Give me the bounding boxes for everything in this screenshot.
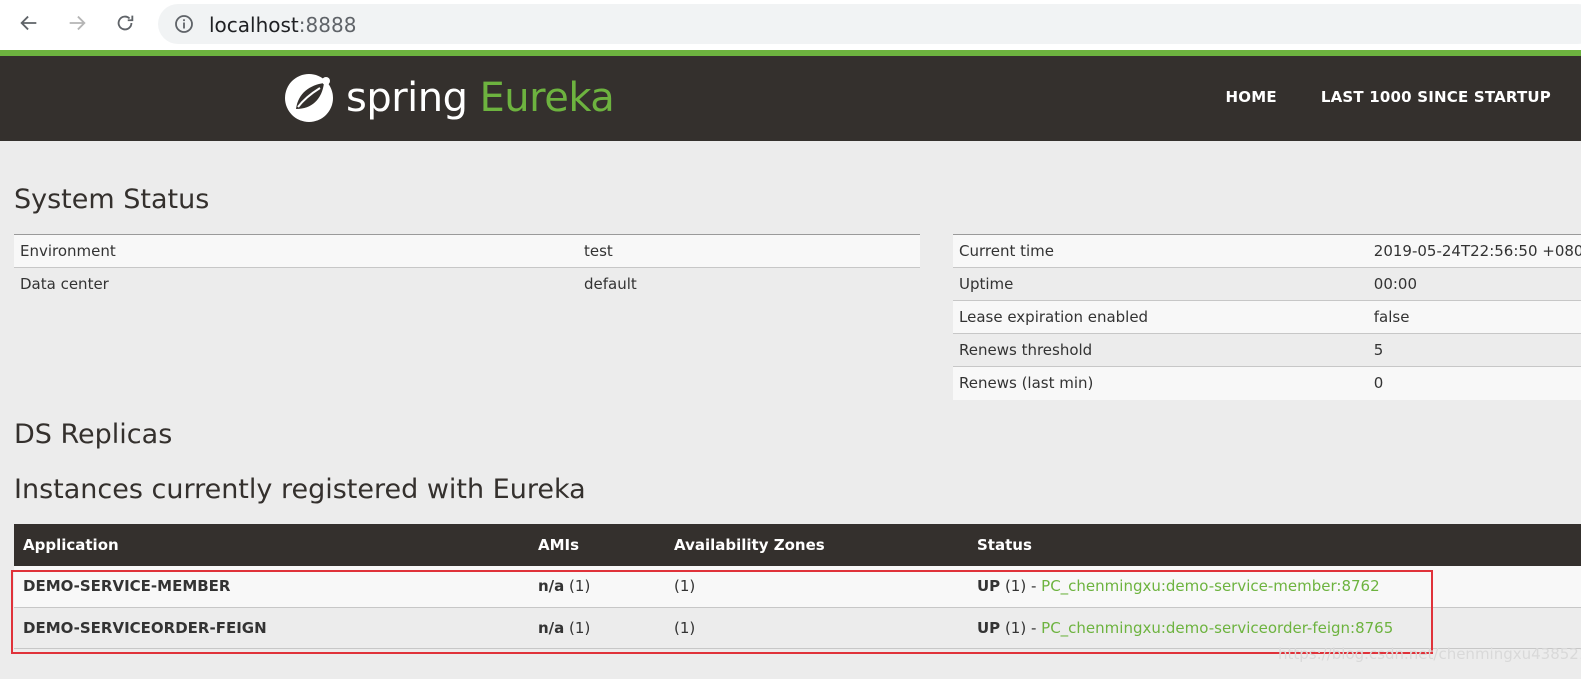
instances-heading: Instances currently registered with Eure…: [14, 474, 586, 505]
status-key: Data center: [14, 267, 578, 301]
logo-spring-text: spring: [346, 75, 468, 121]
nav-last-1000-link[interactable]: LAST 1000 SINCE STARTUP: [1321, 88, 1551, 106]
status-key: Lease expiration enabled: [953, 300, 1368, 334]
column-header-status: Status: [968, 524, 1581, 566]
info-icon[interactable]: [174, 14, 194, 34]
forward-arrow-icon: [69, 15, 86, 31]
column-header-availability-zones: Availability Zones: [665, 524, 968, 566]
eureka-navbar: spring Eureka HOME LAST 1000 SINCE STARTU…: [0, 56, 1581, 141]
logo-eureka-text: Eureka: [479, 75, 615, 121]
status-value: default: [578, 267, 920, 301]
status-value: 00:00: [1367, 267, 1581, 301]
system-status-right-table: Current time 2019-05-24T22:56:50 +0800 U…: [953, 234, 1581, 400]
top-nav: HOME LAST 1000 SINCE STARTUP: [1226, 88, 1551, 106]
status-value: 0: [1367, 366, 1581, 400]
status-value: 2019-05-24T22:56:50 +0800: [1367, 234, 1581, 268]
status-row: Lease expiration enabled false: [953, 300, 1581, 334]
status-value: test: [578, 234, 920, 268]
status-value: 5: [1367, 333, 1581, 367]
status-value: false: [1367, 300, 1581, 334]
forward-button[interactable]: [62, 8, 92, 38]
address-bar[interactable]: localhost:8888: [158, 4, 1581, 44]
reload-button[interactable]: [110, 8, 140, 38]
status-row: Environment test: [14, 234, 920, 268]
spring-eureka-logo[interactable]: spring Eureka: [282, 68, 615, 128]
ds-replicas-heading: DS Replicas: [14, 419, 173, 450]
status-row: Renews threshold 5: [953, 333, 1581, 367]
column-header-application: Application: [14, 524, 529, 566]
status-key: Renews threshold: [953, 333, 1368, 367]
status-row: Current time 2019-05-24T22:56:50 +0800: [953, 234, 1581, 268]
system-status-left-table: Environment test Data center default: [14, 234, 920, 301]
status-key: Environment: [14, 234, 578, 268]
instances-header-row: Application AMIs Availability Zones Stat…: [14, 524, 1581, 566]
url-text[interactable]: localhost:8888: [209, 13, 356, 37]
spring-leaf-icon: [285, 74, 333, 122]
red-highlight-annotation: [11, 570, 1433, 654]
status-row: Renews (last min) 0: [953, 366, 1581, 400]
watermark-text: https://blog.csdn.net/chenmingxu438521: [1278, 645, 1581, 663]
status-key: Current time: [953, 234, 1368, 268]
browser-toolbar: localhost:8888: [0, 0, 1581, 50]
back-button[interactable]: [14, 8, 44, 38]
column-header-amis: AMIs: [529, 524, 665, 566]
reload-icon: [117, 15, 134, 31]
status-key: Renews (last min): [953, 366, 1368, 400]
status-key: Uptime: [953, 267, 1368, 301]
back-arrow-icon: [20, 15, 37, 31]
system-status-heading: System Status: [14, 184, 210, 215]
status-row: Data center default: [14, 267, 920, 301]
nav-home-link[interactable]: HOME: [1226, 88, 1277, 106]
status-row: Uptime 00:00: [953, 267, 1581, 301]
